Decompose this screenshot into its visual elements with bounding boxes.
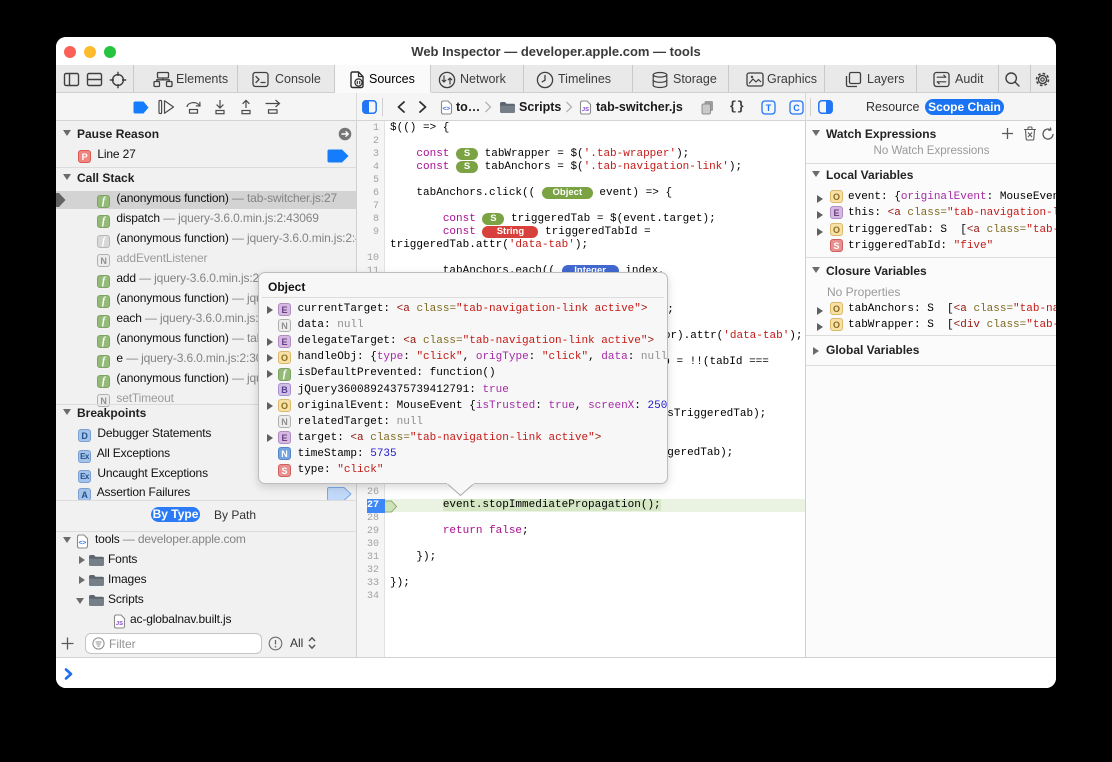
svg-text:JS: JS [116, 621, 123, 627]
svg-text:<>: <> [443, 106, 451, 113]
svg-text:JS: JS [582, 107, 589, 113]
svg-text:C: C [793, 103, 800, 113]
svg-text:<>: <> [79, 540, 87, 547]
svg-text:T: T [766, 103, 772, 113]
